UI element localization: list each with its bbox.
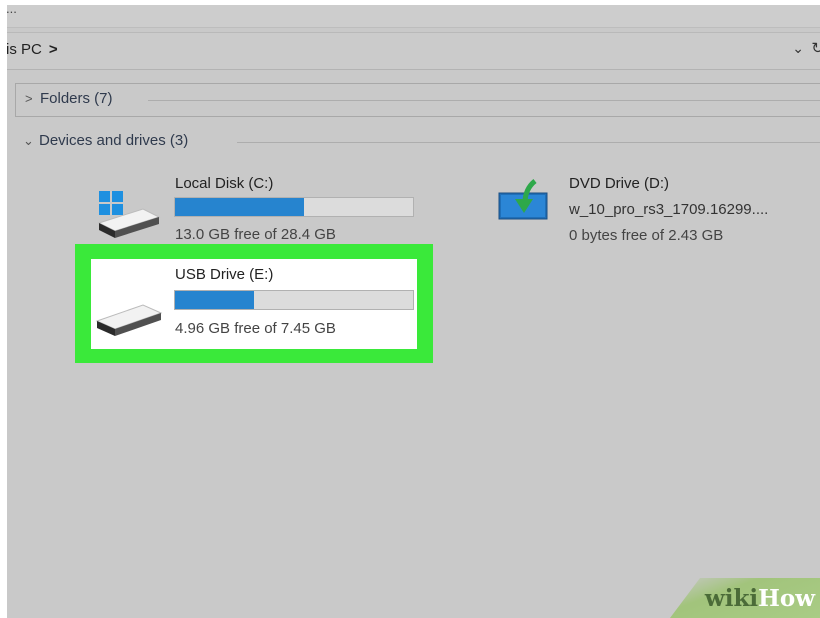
drive-usage-fill	[175, 291, 254, 309]
drive-name: Local Disk (C:)	[175, 175, 274, 192]
drive-usage-bar	[174, 197, 414, 217]
breadcrumb[interactable]: is PC >	[7, 41, 58, 58]
drive-usb-e[interactable]: USB Drive (E:) 4.96 GB free of 7.45 GB	[93, 261, 423, 351]
drive-name: USB Drive (E:)	[175, 266, 274, 283]
folders-group-label[interactable]: Folders (7)	[40, 90, 113, 107]
usb-drive-icon	[95, 304, 163, 336]
group-divider	[148, 100, 820, 101]
drive-usage-fill	[175, 198, 304, 216]
drive-local-disk-c[interactable]: Local Disk (C:) 13.0 GB free of 28.4 GB	[93, 169, 423, 249]
drive-volume-label: w_10_pro_rs3_1709.16299....	[569, 201, 769, 218]
breadcrumb-chevron-icon[interactable]: >	[49, 41, 58, 58]
address-bar[interactable]: is PC > ⌄ ↻	[7, 32, 820, 70]
windows-drive-icon	[97, 191, 161, 238]
drive-free-space: 4.96 GB free of 7.45 GB	[175, 320, 336, 337]
folders-group-header[interactable]: > Folders (7)	[15, 83, 820, 117]
title-strip: ...	[7, 5, 820, 28]
drive-usage-bar	[174, 290, 414, 310]
breadcrumb-this-pc[interactable]: is PC	[7, 41, 42, 58]
drive-name: DVD Drive (D:)	[569, 175, 669, 192]
devices-group-label[interactable]: Devices and drives (3)	[39, 132, 188, 149]
drive-free-space: 0 bytes free of 2.43 GB	[569, 227, 724, 244]
address-dropdown-icon[interactable]: ⌄	[792, 40, 804, 57]
more-options-ellipsis[interactable]: ...	[7, 5, 17, 16]
group-divider	[237, 142, 820, 143]
drive-free-space: 13.0 GB free of 28.4 GB	[175, 226, 336, 243]
dvd-drive-icon	[498, 179, 548, 220]
watermark-logo: wikiHow	[704, 585, 815, 612]
chevron-right-icon[interactable]: >	[25, 91, 33, 106]
chevron-down-icon[interactable]: ⌄	[23, 133, 34, 149]
refresh-icon[interactable]: ↻	[811, 39, 820, 57]
watermark: wikiHow	[670, 578, 820, 618]
file-explorer-window: ... is PC > ⌄ ↻ > Folders (7) ⌄ Devices a…	[7, 5, 820, 618]
drive-dvd-d[interactable]: DVD Drive (D:) w_10_pro_rs3_1709.16299..…	[495, 169, 820, 249]
